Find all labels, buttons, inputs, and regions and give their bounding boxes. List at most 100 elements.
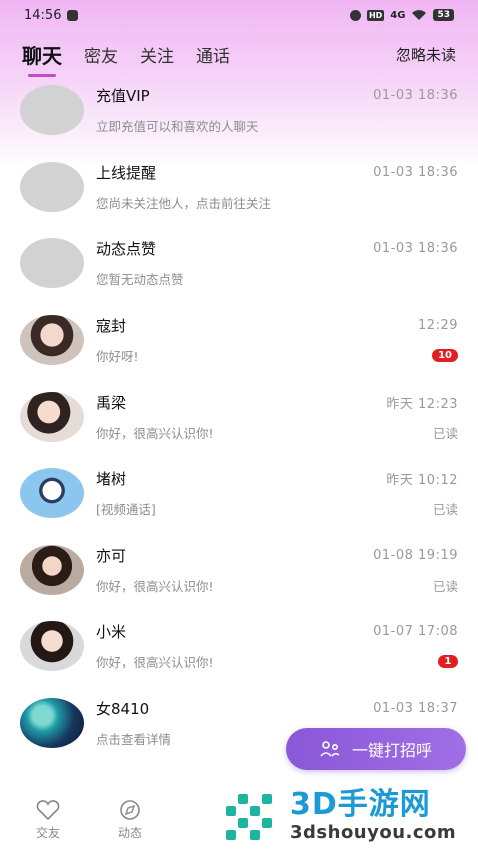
contact-name: 堵树 bbox=[96, 470, 127, 489]
contact-name: 充值VIP bbox=[96, 87, 150, 106]
message-preview: 你好，很高兴认识你! bbox=[96, 425, 214, 441]
conversation-header: 小米 01-07 17:08 bbox=[96, 621, 458, 642]
conversation-content: 充值VIP 01-03 18:36 立即充值可以和喜欢的人聊天 bbox=[96, 85, 458, 135]
message-preview: 立即充值可以和喜欢的人聊天 bbox=[96, 119, 259, 135]
conversation-row[interactable]: 上线提醒 01-03 18:36 您尚未关注他人，点击前往关注 bbox=[0, 149, 478, 226]
greet-all-button[interactable]: 一键打招呼 bbox=[286, 728, 466, 770]
tab-close-friends[interactable]: 密友 bbox=[84, 42, 118, 67]
timestamp: 01-03 18:37 bbox=[373, 701, 458, 717]
tab-calls[interactable]: 通话 bbox=[196, 42, 230, 67]
avatar bbox=[20, 161, 84, 212]
conversation-header: 堵树 昨天 10:12 bbox=[96, 468, 458, 489]
avatar bbox=[20, 391, 84, 442]
conversation-header: 女8410 01-03 18:37 bbox=[96, 698, 458, 719]
nav-label: 动态 bbox=[117, 826, 142, 840]
timestamp: 01-08 19:19 bbox=[373, 547, 458, 563]
avatar bbox=[20, 621, 84, 672]
conversation-header: 充值VIP 01-03 18:36 bbox=[96, 85, 458, 106]
avatar bbox=[20, 85, 84, 136]
conversation-header: 亦可 01-08 19:19 bbox=[96, 545, 458, 566]
conversation-content: 寇封 12:29 你好呀! 10 bbox=[96, 315, 458, 365]
status-bar: 14:56 HD 4G 53 bbox=[0, 0, 478, 30]
conversation-footer: 你好，很高兴认识你! 已读 bbox=[96, 576, 458, 595]
unread-badge: 1 bbox=[438, 655, 458, 669]
conversation-footer: 您暂无动态点赞 bbox=[96, 269, 458, 288]
contact-name: 禹梁 bbox=[96, 393, 127, 412]
avatar bbox=[20, 238, 84, 289]
conversation-row[interactable]: 充值VIP 01-03 18:36 立即充值可以和喜欢的人聊天 bbox=[0, 72, 478, 149]
conversation-row[interactable]: 堵树 昨天 10:12 [视频通话] 已读 bbox=[0, 455, 478, 532]
conversation-footer: [视频通话] 已读 bbox=[96, 499, 458, 518]
message-preview: [视频通话] bbox=[96, 502, 156, 518]
conversation-header: 寇封 12:29 bbox=[96, 315, 458, 336]
conversation-footer: 你好，很高兴认识你! 已读 bbox=[96, 423, 458, 442]
wave-icon bbox=[320, 741, 340, 757]
timestamp: 昨天 10:12 bbox=[386, 473, 458, 489]
message-preview: 您尚未关注他人，点击前往关注 bbox=[96, 195, 272, 211]
conversation-content: 动态点赞 01-03 18:36 您暂无动态点赞 bbox=[96, 238, 458, 288]
contact-name: 小米 bbox=[96, 623, 127, 642]
contact-name: 寇封 bbox=[96, 317, 127, 336]
read-status: 已读 bbox=[432, 502, 458, 518]
ignore-unread-button[interactable]: 忽略未读 bbox=[396, 44, 456, 65]
conversation-header: 动态点赞 01-03 18:36 bbox=[96, 238, 458, 259]
tab-chat[interactable]: 聊天 bbox=[22, 40, 62, 77]
tab-following[interactable]: 关注 bbox=[140, 42, 174, 67]
conversation-footer: 您尚未关注他人，点击前往关注 bbox=[96, 193, 458, 212]
timestamp: 昨天 12:23 bbox=[386, 396, 458, 412]
contact-name: 动态点赞 bbox=[96, 240, 157, 259]
status-right: HD 4G 53 bbox=[349, 9, 454, 21]
watermark-text: 3D手游网 3dshouyou.com bbox=[290, 786, 457, 843]
contact-name: 女8410 bbox=[96, 700, 150, 719]
message-preview: 你好，很高兴认识你! bbox=[96, 578, 214, 594]
read-status: 已读 bbox=[432, 425, 458, 441]
timestamp: 12:29 bbox=[418, 318, 458, 334]
timestamp: 01-03 18:36 bbox=[373, 88, 458, 104]
conversation-footer: 你好呀! 10 bbox=[96, 346, 458, 365]
conversation-header: 禹梁 昨天 12:23 bbox=[96, 392, 458, 413]
conversation-content: 禹梁 昨天 12:23 你好，很高兴认识你! 已读 bbox=[96, 392, 458, 442]
conversation-content: 亦可 01-08 19:19 你好，很高兴认识你! 已读 bbox=[96, 545, 458, 595]
conversation-row[interactable]: 寇封 12:29 你好呀! 10 bbox=[0, 302, 478, 379]
conversation-row[interactable]: 小米 01-07 17:08 你好，很高兴认识你! 1 bbox=[0, 608, 478, 685]
message-preview: 你好，很高兴认识你! bbox=[96, 655, 214, 671]
timestamp: 01-07 17:08 bbox=[373, 624, 458, 640]
avatar bbox=[20, 544, 84, 595]
conversation-footer: 你好，很高兴认识你! 1 bbox=[96, 652, 458, 671]
message-preview: 您暂无动态点赞 bbox=[96, 272, 184, 288]
watermark-logo-icon bbox=[226, 794, 272, 840]
unread-badge: 10 bbox=[432, 349, 458, 363]
nav-item-friends[interactable]: 交友 bbox=[18, 799, 78, 841]
conversation-row[interactable]: 动态点赞 01-03 18:36 您暂无动态点赞 bbox=[0, 225, 478, 302]
hd-icon: HD bbox=[366, 9, 385, 21]
conversation-row[interactable]: 禹梁 昨天 12:23 你好，很高兴认识你! 已读 bbox=[0, 378, 478, 455]
tiktok-icon bbox=[67, 9, 79, 21]
conversation-list: 充值VIP 01-03 18:36 立即充值可以和喜欢的人聊天 上线提醒 01-… bbox=[0, 72, 478, 761]
battery-icon: 53 bbox=[433, 9, 454, 21]
message-preview: 你好呀! bbox=[96, 349, 139, 365]
nav-item-moments[interactable]: 动态 bbox=[100, 799, 160, 841]
compass-icon bbox=[120, 800, 140, 820]
contact-name: 上线提醒 bbox=[96, 163, 157, 182]
greet-all-label: 一键打招呼 bbox=[351, 741, 432, 760]
avatar bbox=[20, 698, 84, 749]
conversation-header: 上线提醒 01-03 18:36 bbox=[96, 162, 458, 183]
status-left: 14:56 bbox=[24, 7, 79, 23]
conversation-content: 上线提醒 01-03 18:36 您尚未关注他人，点击前往关注 bbox=[96, 162, 458, 212]
watermark: 3D手游网 3dshouyou.com bbox=[218, 780, 478, 850]
heart-icon bbox=[36, 800, 60, 821]
contact-name: 亦可 bbox=[96, 546, 127, 565]
avatar bbox=[20, 315, 84, 366]
watermark-title: 3D手游网 bbox=[290, 786, 431, 822]
conversation-content: 小米 01-07 17:08 你好，很高兴认识你! 1 bbox=[96, 621, 458, 671]
nav-label: 交友 bbox=[35, 826, 60, 840]
conversation-content: 堵树 昨天 10:12 [视频通话] 已读 bbox=[96, 468, 458, 518]
alarm-icon bbox=[349, 9, 361, 21]
network-icon: 4G bbox=[390, 9, 406, 21]
clock: 14:56 bbox=[24, 7, 62, 23]
conversation-row[interactable]: 亦可 01-08 19:19 你好，很高兴认识你! 已读 bbox=[0, 532, 478, 609]
wifi-icon bbox=[412, 10, 427, 20]
read-status: 已读 bbox=[432, 578, 458, 594]
watermark-subtitle: 3dshouyou.com bbox=[290, 821, 457, 843]
message-preview: 点击查看详情 bbox=[96, 732, 172, 748]
